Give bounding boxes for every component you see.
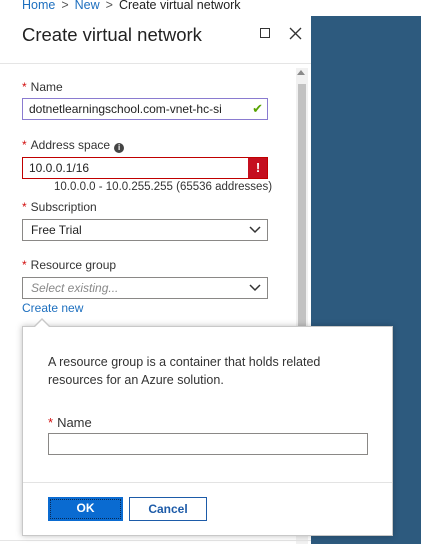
popup-pointer [34, 320, 50, 328]
divider [23, 482, 392, 483]
divider [0, 540, 311, 541]
required-marker: * [48, 415, 54, 430]
subscription-value: Free Trial [31, 223, 82, 237]
address-range-hint: 10.0.0.0 - 10.0.255.255 (65536 addresses… [54, 181, 273, 193]
popup-description: A resource group is a container that hol… [48, 355, 321, 387]
cancel-button[interactable]: Cancel [129, 497, 207, 521]
name-label: * Name [22, 80, 63, 94]
breadcrumb-home-link[interactable]: Home [22, 0, 55, 12]
subscription-label: * Subscription [22, 200, 97, 214]
name-input[interactable]: dotnetlearningschool.com-vnet-hc-si ✔ [22, 98, 268, 120]
scroll-thumb[interactable] [298, 84, 306, 334]
info-icon[interactable]: i [114, 143, 125, 153]
resource-group-name-input[interactable] [48, 433, 368, 455]
subscription-dropdown[interactable]: Free Trial [22, 219, 268, 241]
required-marker: * [22, 258, 27, 272]
popup-name-label: * Name [48, 415, 92, 430]
resource-group-dropdown[interactable]: Select existing... [22, 277, 268, 299]
close-icon[interactable] [289, 27, 302, 40]
required-marker: * [22, 138, 27, 152]
create-resource-group-popup: A resource group is a container that hol… [22, 318, 393, 536]
breadcrumb-separator: > [105, 0, 113, 12]
required-marker: * [22, 80, 27, 94]
breadcrumb-separator: > [61, 0, 69, 12]
name-value: dotnetlearningschool.com-vnet-hc-si [29, 102, 222, 116]
resource-group-placeholder: Select existing... [31, 281, 119, 295]
address-space-label: * Address space i [22, 138, 125, 153]
chevron-down-icon [249, 226, 261, 234]
required-marker: * [22, 200, 27, 214]
maximize-icon[interactable] [260, 28, 270, 38]
ok-button[interactable]: OK [48, 497, 123, 521]
divider [0, 63, 311, 64]
breadcrumb-new-link[interactable]: New [75, 0, 100, 12]
scroll-up-icon[interactable] [297, 70, 305, 75]
address-space-input[interactable]: 10.0.0.1/16 ! [22, 157, 268, 179]
check-icon: ✔ [252, 101, 263, 116]
error-icon: ! [248, 158, 267, 178]
chevron-down-icon [249, 284, 261, 292]
address-space-value: 10.0.0.1/16 [29, 161, 90, 175]
resource-group-label: * Resource group [22, 258, 117, 272]
breadcrumb: Home > New > Create virtual network [0, 0, 421, 16]
page-title: Create virtual network [22, 24, 202, 45]
breadcrumb-current: Create virtual network [118, 0, 241, 12]
create-new-link[interactable]: Create new [22, 301, 83, 315]
